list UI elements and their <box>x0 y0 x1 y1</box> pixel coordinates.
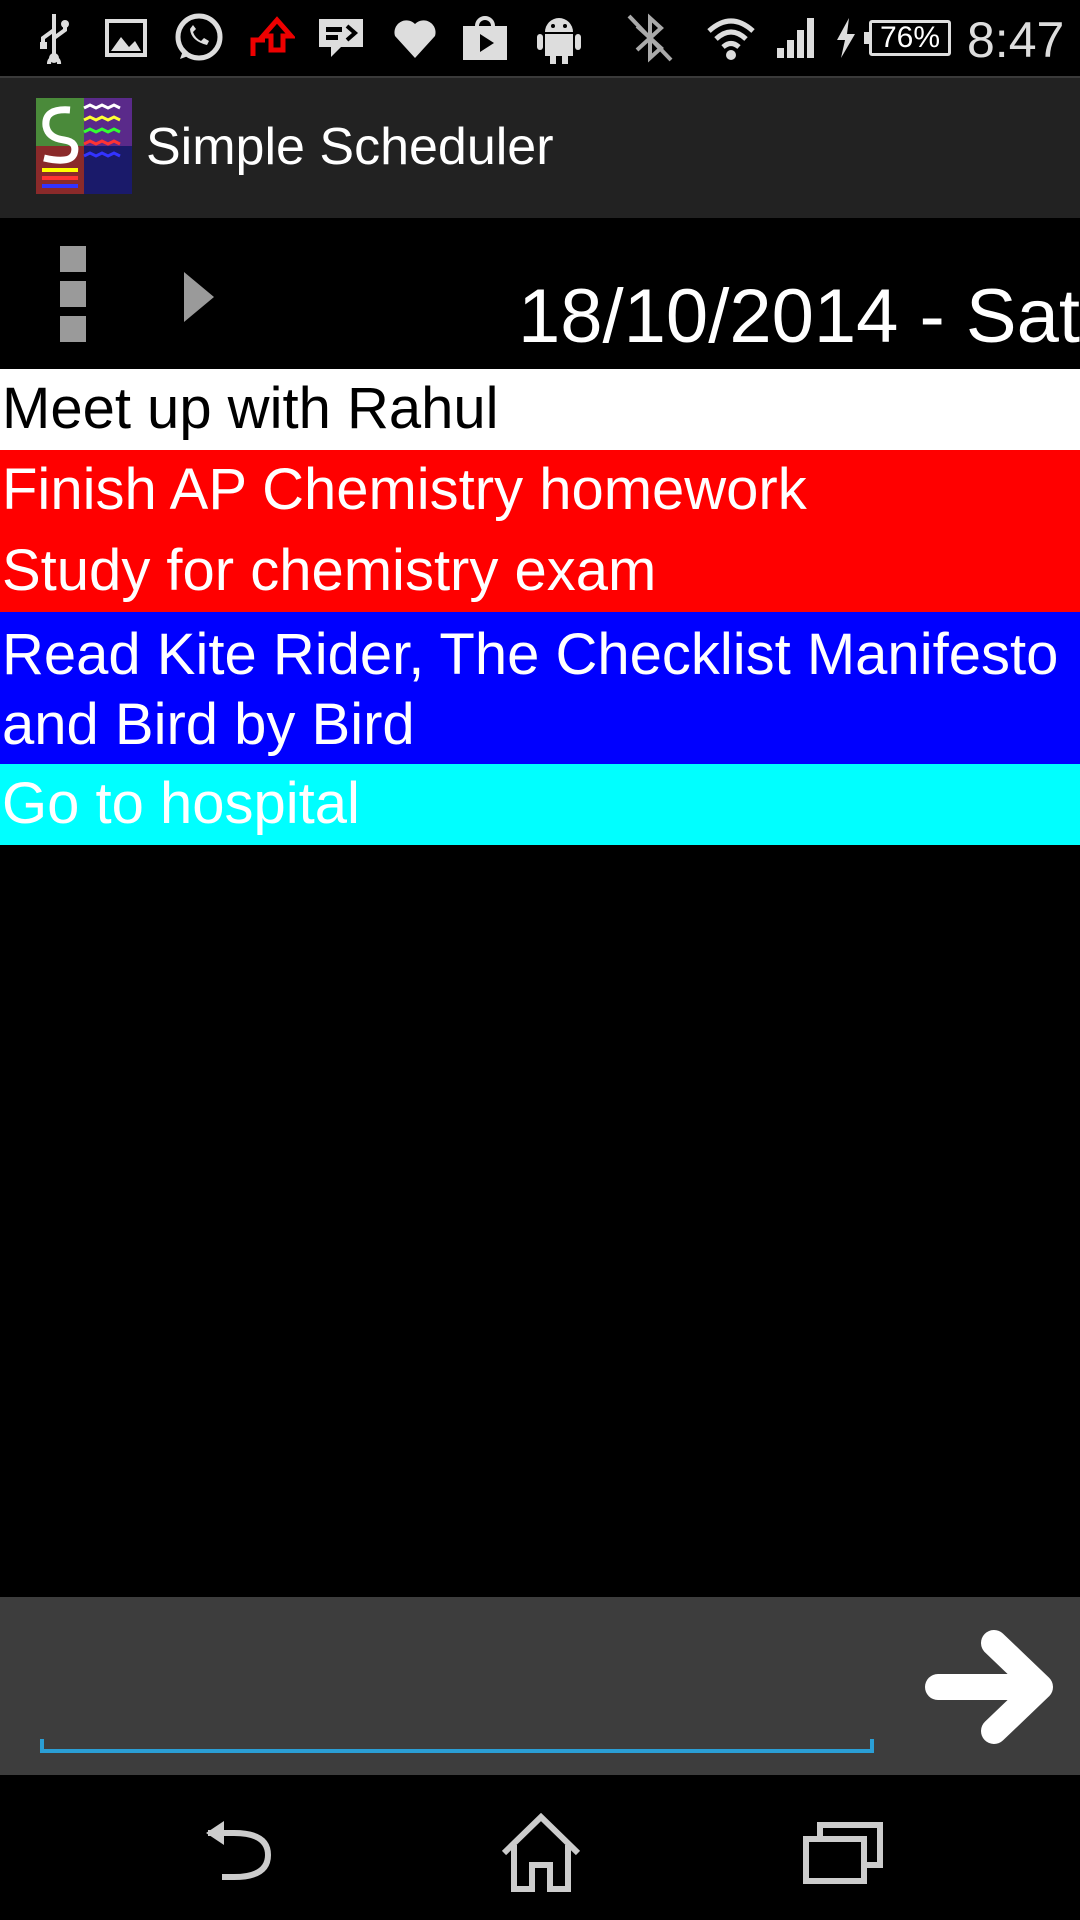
play-store-icon <box>460 8 510 68</box>
date-header: 18/10/2014 - Sat <box>0 218 1080 368</box>
task-input[interactable] <box>40 1627 878 1753</box>
whatsapp-icon <box>170 8 226 68</box>
home-icon[interactable] <box>496 1812 586 1893</box>
list-item[interactable]: Read Kite Rider, The Checklist Manifesto… <box>0 612 1080 764</box>
date-label: 18/10/2014 - Sat <box>518 274 1080 359</box>
task-input-area <box>0 1597 1080 1775</box>
list-item[interactable]: Meet up with Rahul <box>0 369 1080 450</box>
heart-icon <box>390 8 440 68</box>
simple-scheduler-logo-icon[interactable] <box>36 98 132 194</box>
list-item[interactable]: Finish AP Chemistry homework <box>0 450 1080 531</box>
wifi-icon <box>704 8 758 68</box>
upload-icon <box>246 8 296 68</box>
usb-icon <box>34 8 74 68</box>
message-icon <box>316 8 366 68</box>
navigation-bar <box>0 1775 1080 1920</box>
signal-icon <box>774 8 820 68</box>
back-icon[interactable] <box>198 1813 288 1893</box>
android-icon <box>534 8 584 68</box>
screen: 76% 8:47 Simple Scheduler 18/10/2014 - S… <box>0 0 1080 1920</box>
next-day-arrow-icon[interactable] <box>182 270 216 324</box>
recent-apps-icon[interactable] <box>800 1813 890 1893</box>
charging-icon <box>832 8 860 68</box>
action-bar: Simple Scheduler <box>0 76 1080 218</box>
status-bar: 76% 8:47 <box>0 0 1080 76</box>
list-item[interactable]: Go to hospital <box>0 764 1080 845</box>
input-underline <box>40 1739 874 1753</box>
bluetooth-off-icon <box>622 8 678 68</box>
gallery-icon <box>104 8 148 68</box>
list-item[interactable]: Study for chemistry exam <box>0 531 1080 612</box>
clock: 8:47 <box>967 12 1065 68</box>
overflow-menu-icon[interactable] <box>60 246 88 342</box>
arrow-right-icon[interactable] <box>924 1627 1060 1747</box>
battery-level: 76% <box>864 20 951 56</box>
app-title: Simple Scheduler <box>146 118 554 176</box>
task-list: Meet up with Rahul Finish AP Chemistry h… <box>0 369 1080 845</box>
